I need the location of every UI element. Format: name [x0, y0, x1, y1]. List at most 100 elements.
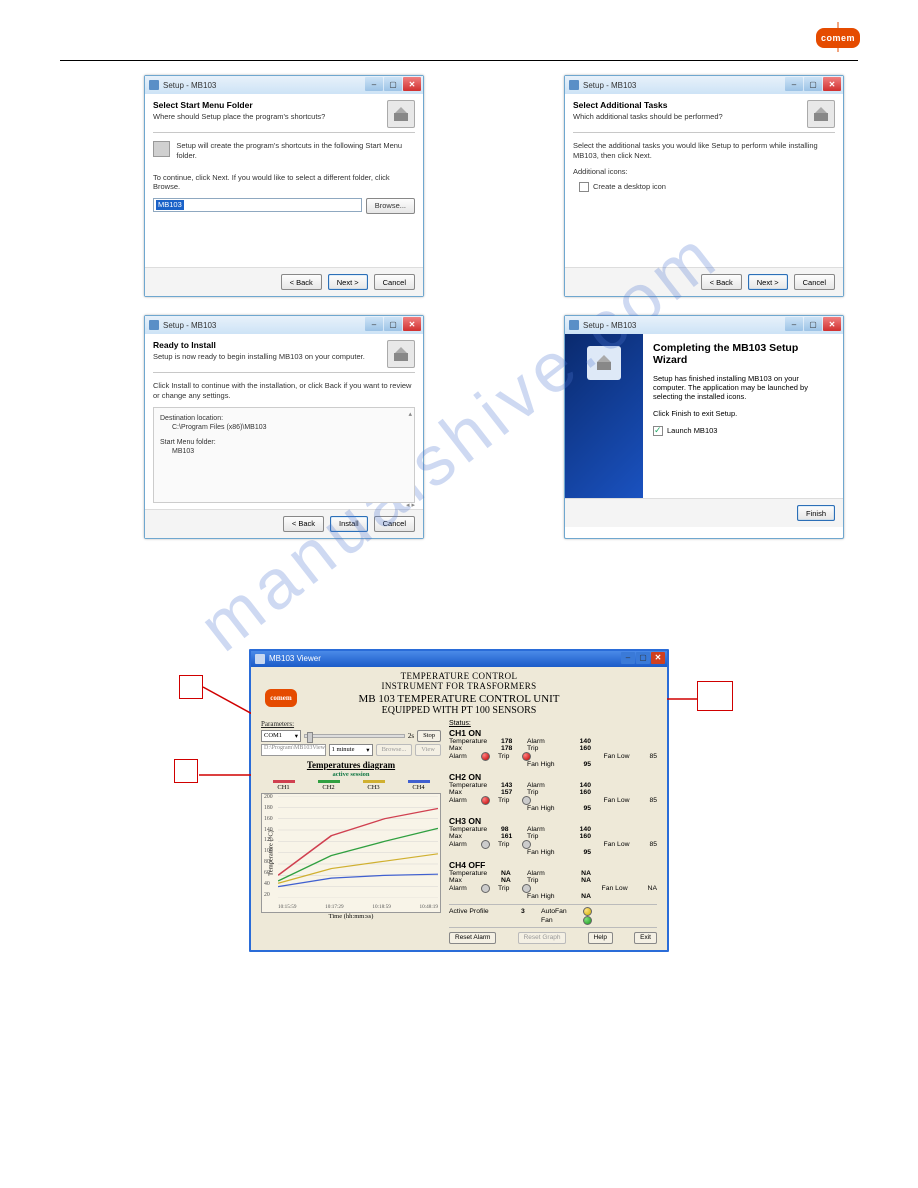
dialog-head-subtitle: Which additional tasks should be perform…	[573, 112, 723, 121]
window-title: Setup - MB103	[583, 81, 636, 90]
chart-legend: CH1 CH2 CH3 CH4	[261, 780, 441, 791]
viewer-titlebar[interactable]: MB103 Viewer – ▢ ✕	[251, 651, 667, 667]
titlebar[interactable]: Setup - MB103 – ▢ ✕	[565, 76, 843, 94]
active-profile-label: Active Profile	[449, 908, 521, 915]
viewer-app-icon	[255, 654, 265, 664]
parameters-label: Parameters:	[261, 720, 441, 728]
fan-label: Fan	[541, 917, 583, 924]
setup-dialog-ready-to-install: Setup - MB103 – ▢ ✕ Ready to Install Set…	[144, 315, 424, 539]
launch-checkbox[interactable]	[653, 426, 663, 436]
annotation-box-c	[174, 759, 198, 783]
reset-graph-button: Reset Graph	[518, 932, 567, 944]
filepath-input[interactable]: D:\Program\MB103Viewer\log.cs	[261, 744, 326, 756]
dest-label: Destination location:	[160, 414, 408, 423]
dialog-head-title: Ready to Install	[153, 340, 365, 350]
viewer-window-title: MB103 Viewer	[269, 654, 321, 663]
viewer-tagline: EQUIPPED WITH PT 100 SENSORS	[261, 705, 657, 716]
install-button[interactable]: Install	[330, 516, 368, 532]
reset-alarm-button[interactable]: Reset Alarm	[449, 932, 496, 944]
log-interval-select[interactable]: 1 minute▾	[329, 744, 373, 756]
finish-button[interactable]: Finish	[797, 505, 835, 521]
setup-dialog-additional-tasks: Setup - MB103 – ▢ ✕ Select Additional Ta…	[564, 75, 844, 297]
maximize-button[interactable]: ▢	[384, 77, 402, 91]
stop-button[interactable]: Stop	[417, 730, 441, 742]
minimize-button[interactable]: –	[365, 77, 383, 91]
app-icon	[569, 80, 579, 90]
brand-logo: comem	[816, 28, 860, 48]
trip-led	[522, 840, 531, 849]
dialog-text-1: Setup will create the program's shortcut…	[176, 141, 415, 161]
temp-diagram-title: Temperatures diagram	[261, 760, 441, 770]
next-button[interactable]: Next >	[328, 274, 368, 290]
annotation-box-b	[697, 681, 733, 711]
close-button[interactable]: ✕	[823, 317, 841, 331]
browse-button[interactable]: Browse...	[366, 198, 415, 214]
finish-text-2: Click Finish to exit Setup.	[653, 409, 833, 418]
wizard-icon	[807, 100, 835, 128]
window-title: Setup - MB103	[583, 321, 636, 330]
minimize-button[interactable]: –	[785, 77, 803, 91]
cancel-button[interactable]: Cancel	[794, 274, 835, 290]
app-icon	[149, 80, 159, 90]
interval-slider[interactable]	[304, 734, 405, 738]
dialog-text-1: Click Install to continue with the insta…	[153, 381, 415, 401]
folder-icon	[153, 141, 170, 157]
close-button[interactable]: ✕	[651, 652, 665, 664]
fan-led	[583, 916, 592, 925]
cancel-button[interactable]: Cancel	[374, 274, 415, 290]
close-button[interactable]: ✕	[403, 77, 421, 91]
viewer-title-2: INSTRUMENT FOR TRASFORMERS	[261, 681, 657, 691]
viewer-subtitle: MB 103 TEMPERATURE CONTROL UNIT	[261, 693, 657, 705]
interval-value: 2s	[408, 732, 414, 740]
desktop-icon-checkbox[interactable]	[579, 182, 589, 192]
finish-text-1: Setup has finished installing MB103 on y…	[653, 374, 833, 401]
setup-dialog-start-menu: Setup - MB103 – ▢ ✕ Select Start Menu Fo…	[144, 75, 424, 297]
minimize-button[interactable]: –	[785, 317, 803, 331]
viewer-title-1: TEMPERATURE CONTROL	[261, 671, 657, 681]
wizard-banner-icon	[587, 346, 621, 380]
channel-block: CH1 ONTemperature178Alarm140Max178Trip16…	[449, 728, 657, 768]
dialog-text-1: Select the additional tasks you would li…	[573, 141, 835, 161]
wizard-side-banner	[565, 334, 643, 498]
start-menu-folder-input[interactable]: MB103	[153, 198, 362, 212]
com-select[interactable]: COM1▾	[261, 730, 301, 742]
titlebar[interactable]: Setup - MB103 – ▢ ✕	[145, 76, 423, 94]
autofan-led	[583, 907, 592, 916]
channel-block: CH2 ONTemperature143Alarm140Max157Trip16…	[449, 772, 657, 812]
back-button[interactable]: < Back	[281, 274, 322, 290]
alarm-led	[481, 884, 490, 893]
scroll-up-icon[interactable]: ▴	[408, 410, 412, 419]
close-button[interactable]: ✕	[403, 317, 421, 331]
minimize-button[interactable]: –	[365, 317, 383, 331]
close-button[interactable]: ✕	[823, 77, 841, 91]
temperature-chart: Temperature (°C) 20018016014012010080604…	[261, 793, 441, 913]
back-button[interactable]: < Back	[701, 274, 742, 290]
alarm-led	[481, 796, 490, 805]
app-icon	[569, 320, 579, 330]
exit-button[interactable]: Exit	[634, 932, 657, 944]
maximize-button[interactable]: ▢	[804, 317, 822, 331]
dialog-head-title: Select Start Menu Folder	[153, 100, 325, 110]
minimize-button[interactable]: –	[621, 652, 635, 664]
maximize-button[interactable]: ▢	[384, 317, 402, 331]
channel-title: CH1 ON	[449, 728, 657, 738]
annotation-box-a	[179, 675, 203, 699]
cancel-button[interactable]: Cancel	[374, 516, 415, 532]
dialog-text-2: To continue, click Next. If you would li…	[153, 173, 415, 193]
help-button[interactable]: Help	[588, 932, 613, 944]
back-button[interactable]: < Back	[283, 516, 324, 532]
brand-logo-text: comem	[821, 33, 855, 43]
maximize-button[interactable]: ▢	[636, 652, 650, 664]
titlebar[interactable]: Setup - MB103 – ▢ ✕	[565, 316, 843, 334]
maximize-button[interactable]: ▢	[804, 77, 822, 91]
dialog-head-subtitle: Where should Setup place the program's s…	[153, 112, 325, 121]
view-button: View	[415, 744, 441, 756]
channel-block: CH4 OFFTemperatureNAAlarmNAMaxNATripNAAl…	[449, 860, 657, 900]
comem-logo: comem	[265, 689, 297, 707]
scroll-right-icon[interactable]: ◂ ▸	[406, 501, 415, 510]
dialog-head-title: Select Additional Tasks	[573, 100, 723, 110]
titlebar[interactable]: Setup - MB103 – ▢ ✕	[145, 316, 423, 334]
checkbox-label: Create a desktop icon	[593, 182, 666, 191]
header-divider	[60, 60, 858, 61]
next-button[interactable]: Next >	[748, 274, 788, 290]
